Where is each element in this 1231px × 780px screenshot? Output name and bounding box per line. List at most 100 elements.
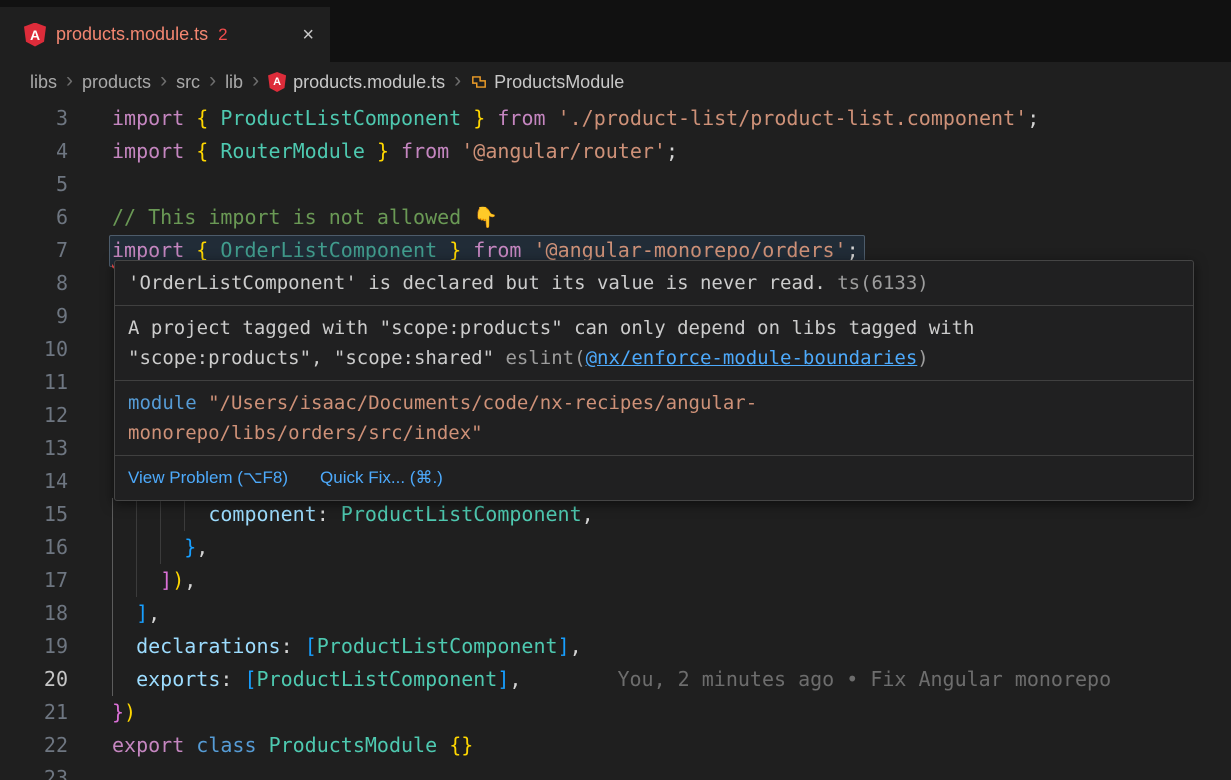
chevron-right-icon: › bbox=[454, 70, 461, 94]
breadcrumb-file-label: products.module.ts bbox=[293, 72, 445, 93]
code-token: } bbox=[112, 700, 124, 724]
code-line-15[interactable]: 15 component: ProductListComponent, bbox=[0, 498, 1231, 531]
code-token: '@angular-monorepo/orders' bbox=[534, 238, 847, 262]
code-token bbox=[208, 139, 220, 163]
code-text: }) bbox=[112, 696, 136, 729]
line-number: 14 bbox=[0, 465, 68, 498]
code-line-16[interactable]: 16 }, bbox=[0, 531, 1231, 564]
code-token bbox=[208, 106, 220, 130]
breadcrumb-item-src[interactable]: src bbox=[176, 72, 200, 93]
code-token bbox=[208, 238, 220, 262]
code-token bbox=[461, 106, 473, 130]
code-token bbox=[184, 106, 196, 130]
line-number: 22 bbox=[0, 729, 68, 762]
code-text: component: ProductListComponent, bbox=[112, 498, 594, 531]
code-token: export bbox=[112, 733, 184, 757]
code-line-5[interactable]: 5 bbox=[0, 168, 1231, 201]
code-text: declarations: [ProductListComponent], bbox=[112, 630, 582, 663]
line-number: 13 bbox=[0, 432, 68, 465]
code-token bbox=[112, 667, 136, 691]
line-number: 5 bbox=[0, 168, 68, 201]
code-token: [ bbox=[244, 667, 256, 691]
module-path: "/Users/isaac/Documents/code/nx-recipes/… bbox=[128, 392, 757, 444]
hover-section-module-path: module "/Users/isaac/Documents/code/nx-r… bbox=[115, 381, 1193, 456]
hover-section-boundary: A project tagged with "scope:products" c… bbox=[115, 306, 1193, 381]
line-number: 21 bbox=[0, 696, 68, 729]
angular-icon: A bbox=[24, 23, 46, 47]
code-line-4[interactable]: 4import { RouterModule } from '@angular/… bbox=[0, 135, 1231, 168]
code-token bbox=[112, 634, 136, 658]
code-token bbox=[257, 733, 269, 757]
code-token: ] bbox=[558, 634, 570, 658]
line-number: 3 bbox=[0, 102, 68, 135]
breadcrumb-item-products[interactable]: products bbox=[82, 72, 151, 93]
code-line-21[interactable]: 21}) bbox=[0, 696, 1231, 729]
code-token: import bbox=[112, 106, 184, 130]
code-token: [ bbox=[305, 634, 317, 658]
module-keyword: module bbox=[128, 392, 197, 414]
unused-diagnostic-message: 'OrderListComponent' is declared but its… bbox=[128, 272, 826, 294]
code-text: ]), bbox=[112, 564, 196, 597]
chevron-right-icon: › bbox=[66, 70, 73, 94]
code-token bbox=[521, 238, 533, 262]
code-token: exports bbox=[136, 667, 220, 691]
line-number: 11 bbox=[0, 366, 68, 399]
angular-icon-letter: A bbox=[30, 27, 40, 43]
vscode-window: A products.module.ts 2 × libs › products… bbox=[0, 0, 1231, 780]
code-token: declarations bbox=[136, 634, 281, 658]
code-line-22[interactable]: 22export class ProductsModule {} bbox=[0, 729, 1231, 762]
code-line-6[interactable]: 6// This import is not allowed 👇 bbox=[0, 201, 1231, 234]
code-token: ProductListComponent bbox=[220, 106, 461, 130]
breadcrumb-item-lib[interactable]: lib bbox=[225, 72, 243, 93]
line-number: 10 bbox=[0, 333, 68, 366]
code-token: ; bbox=[847, 238, 859, 262]
breadcrumb-item-libs[interactable]: libs bbox=[30, 72, 57, 93]
eslint-rule-link[interactable]: @nx/enforce-module-boundaries bbox=[586, 347, 918, 369]
line-number: 15 bbox=[0, 498, 68, 531]
hover-section-unused: 'OrderListComponent' is declared but its… bbox=[115, 261, 1193, 306]
code-token bbox=[365, 139, 377, 163]
code-token: } bbox=[184, 535, 196, 559]
angular-icon-letter: A bbox=[273, 76, 281, 88]
breadcrumb-item-symbol[interactable]: ProductsModule bbox=[470, 72, 624, 93]
code-token bbox=[389, 139, 401, 163]
code-token: } bbox=[377, 139, 389, 163]
code-editor[interactable]: 3import { ProductListComponent } from '.… bbox=[0, 102, 1231, 780]
code-token bbox=[485, 106, 497, 130]
code-line-23[interactable]: 23 bbox=[0, 762, 1231, 780]
code-token: RouterModule bbox=[220, 139, 365, 163]
code-line-20[interactable]: 20 exports: [ProductListComponent],You, … bbox=[0, 663, 1231, 696]
code-token: } bbox=[449, 238, 461, 262]
quick-fix-action[interactable]: Quick Fix... (⌘.) bbox=[320, 463, 443, 493]
line-number: 18 bbox=[0, 597, 68, 630]
line-number: 17 bbox=[0, 564, 68, 597]
code-line-3[interactable]: 3import { ProductListComponent } from '.… bbox=[0, 102, 1231, 135]
chevron-right-icon: › bbox=[252, 70, 259, 94]
code-token: {} bbox=[449, 733, 473, 757]
line-number: 16 bbox=[0, 531, 68, 564]
code-token: './product-list/product-list.component' bbox=[558, 106, 1028, 130]
breadcrumb-item-file[interactable]: A products.module.ts bbox=[268, 72, 445, 93]
code-token: from bbox=[473, 238, 521, 262]
boundary-diagnostic-source: eslint( bbox=[494, 347, 586, 369]
code-line-19[interactable]: 19 declarations: [ProductListComponent], bbox=[0, 630, 1231, 663]
code-token bbox=[184, 139, 196, 163]
code-token: ) bbox=[172, 568, 184, 592]
code-token: OrderListComponent bbox=[220, 238, 437, 262]
code-token bbox=[112, 601, 136, 625]
code-token: , bbox=[196, 535, 208, 559]
line-number: 9 bbox=[0, 300, 68, 333]
code-line-18[interactable]: 18 ], bbox=[0, 597, 1231, 630]
git-blame-annotation: You, 2 minutes ago • Fix Angular monorep… bbox=[617, 667, 1111, 691]
close-icon[interactable]: × bbox=[302, 25, 314, 45]
code-line-17[interactable]: 17 ]), bbox=[0, 564, 1231, 597]
line-number: 20 bbox=[0, 663, 68, 696]
line-number: 12 bbox=[0, 399, 68, 432]
code-token: ; bbox=[1027, 106, 1039, 130]
tab-title: products.module.ts bbox=[56, 24, 208, 45]
line-number: 19 bbox=[0, 630, 68, 663]
view-problem-action[interactable]: View Problem (⌥F8) bbox=[128, 463, 288, 493]
tab-products-module[interactable]: A products.module.ts 2 × bbox=[0, 7, 330, 62]
breadcrumb-symbol-label: ProductsModule bbox=[494, 72, 624, 93]
line-number: 7 bbox=[0, 234, 68, 267]
